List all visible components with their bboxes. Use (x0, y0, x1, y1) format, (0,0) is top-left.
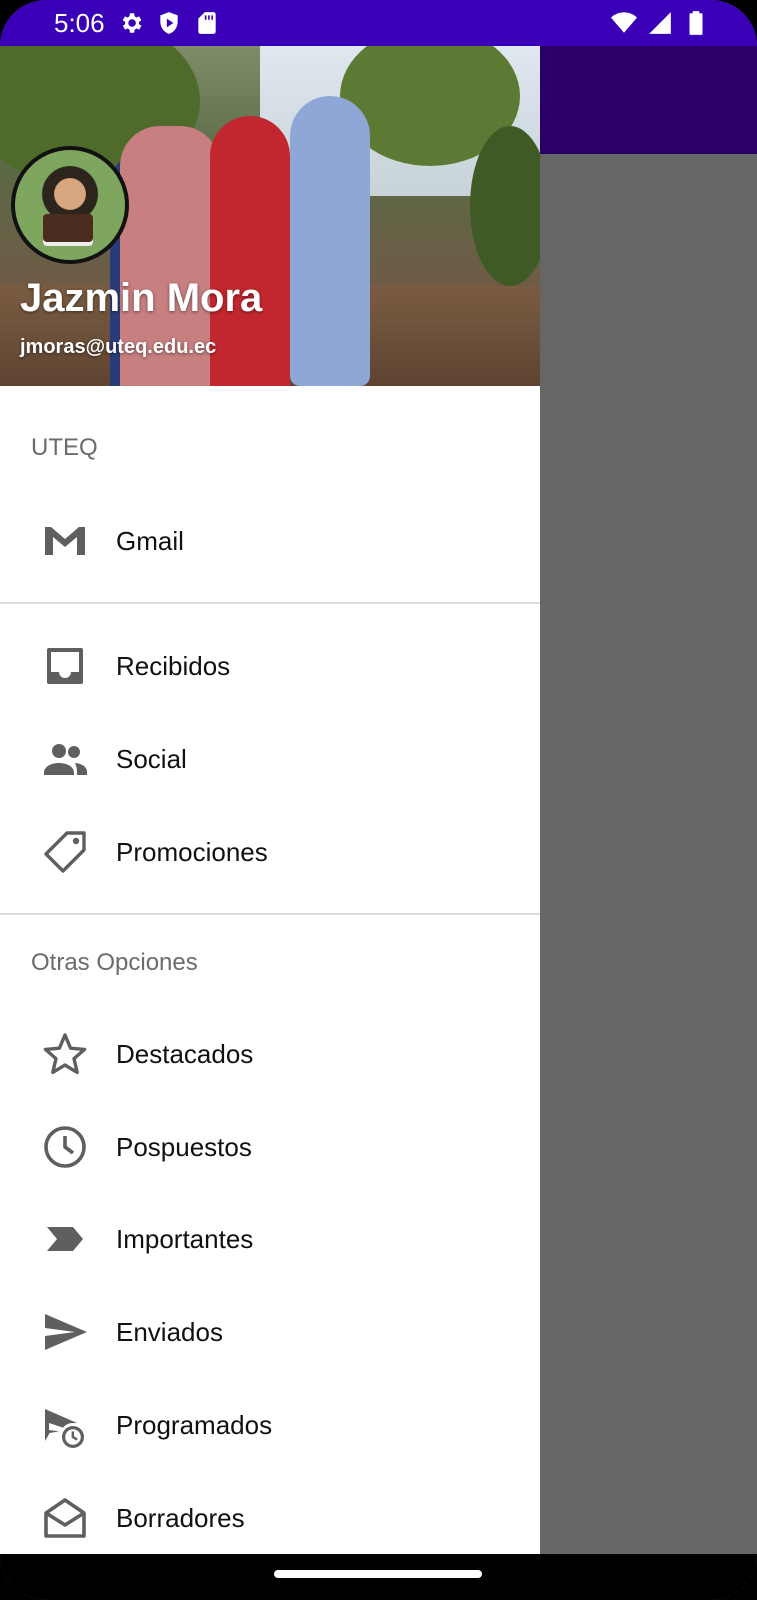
menu-label: Recibidos (116, 650, 231, 681)
header-photo-person (210, 116, 290, 386)
gmail-icon (40, 516, 90, 566)
menu-item-programados[interactable]: Programados (0, 1385, 540, 1465)
profile-email: jmoras@uteq.edu.ec (20, 336, 217, 358)
menu-item-borradores[interactable]: Borradores (0, 1478, 540, 1554)
divider (0, 602, 540, 604)
drawer-scrim[interactable] (540, 154, 757, 1554)
drawer-header: Jazmin Mora jmoras@uteq.edu.ec (0, 46, 540, 386)
section-header-uteq: UTEQ (31, 434, 98, 461)
menu-item-recibidos[interactable]: Recibidos (0, 626, 540, 706)
tag-icon (40, 827, 90, 877)
section-header-otras-opciones: Otras Opciones (31, 949, 198, 976)
profile-name: Jazmin Mora (20, 276, 263, 320)
home-gesture-handle[interactable] (274, 1570, 482, 1578)
menu-label: Gmail (116, 525, 184, 556)
divider (0, 913, 540, 915)
sd-card-icon (198, 12, 216, 34)
phone-screen: 5:06 Jazmin Mora jmoras@uteq.edu.ec UTEQ… (0, 0, 757, 1600)
gear-icon (122, 13, 142, 33)
header-photo-tree (470, 126, 540, 286)
avatar-cake (43, 214, 93, 242)
battery-icon (689, 11, 703, 35)
menu-item-promociones[interactable]: Promociones (0, 812, 540, 892)
people-icon (40, 734, 90, 784)
signal-icon (649, 12, 671, 34)
menu-item-social[interactable]: Social (0, 719, 540, 799)
status-time: 5:06 (54, 8, 105, 38)
menu-label: Pospuestos (116, 1131, 252, 1162)
clock-icon (40, 1122, 90, 1172)
send-icon (40, 1307, 90, 1357)
menu-item-importantes[interactable]: Importantes (0, 1199, 540, 1279)
inbox-icon (40, 641, 90, 691)
wifi-icon (611, 12, 637, 33)
avatar[interactable] (11, 146, 129, 264)
star-icon (40, 1029, 90, 1079)
label-important-icon (40, 1214, 90, 1264)
header-photo-person (290, 96, 370, 386)
system-nav-bar (0, 1554, 757, 1600)
menu-item-pospuestos[interactable]: Pospuestos (0, 1107, 540, 1187)
menu-item-enviados[interactable]: Enviados (0, 1292, 540, 1372)
shield-play-icon (160, 12, 178, 34)
menu-label: Programados (116, 1409, 273, 1440)
menu-label: Social (116, 743, 187, 774)
status-bar: 5:06 (0, 0, 757, 46)
menu-item-gmail[interactable]: Gmail (0, 501, 540, 581)
menu-label: Enviados (116, 1316, 223, 1347)
menu-label: Destacados (116, 1038, 254, 1069)
schedule-send-icon (40, 1400, 90, 1450)
menu-label: Promociones (116, 836, 268, 867)
menu-label: Importantes (116, 1223, 254, 1254)
draft-icon (40, 1493, 90, 1543)
menu-label: Borradores (116, 1502, 245, 1533)
navigation-drawer: Jazmin Mora jmoras@uteq.edu.ec UTEQ Gmai… (0, 46, 540, 1554)
status-right-icons (611, 10, 709, 36)
app-bar (540, 46, 757, 154)
status-left-icons (118, 10, 220, 36)
menu-item-destacados[interactable]: Destacados (0, 1014, 540, 1094)
